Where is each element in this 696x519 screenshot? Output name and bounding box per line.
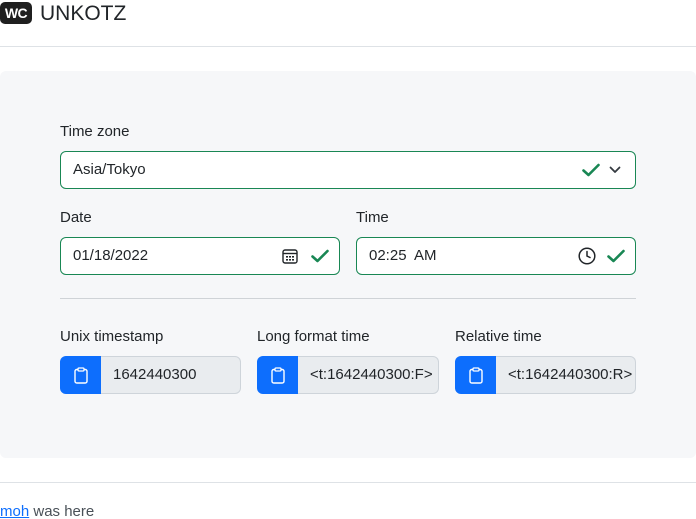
- timezone-select[interactable]: Asia/Tokyo: [60, 151, 636, 189]
- section-divider: [60, 298, 636, 299]
- footer-suffix: was here: [29, 503, 95, 519]
- relative-time-field[interactable]: <t:1642440300:R>: [496, 356, 636, 394]
- brand-logo: WC: [0, 2, 32, 24]
- date-label: Date: [60, 209, 92, 226]
- relative-time-group: <t:1642440300:R>: [455, 356, 636, 394]
- date-value: 01/18/2022: [73, 247, 149, 264]
- clock-icon[interactable]: [577, 238, 597, 274]
- relative-time-label: Relative time: [455, 328, 542, 345]
- clipboard-icon: [468, 366, 483, 384]
- clipboard-icon: [270, 366, 285, 384]
- long-format-field[interactable]: <t:1642440300:F>: [298, 356, 439, 394]
- valid-check-icon: [605, 238, 627, 274]
- long-format-label: Long format time: [257, 328, 370, 345]
- footer-divider: [0, 482, 696, 483]
- timezone-label: Time zone: [60, 123, 130, 140]
- valid-check-icon: [580, 152, 602, 188]
- footer-credit: moh was here: [0, 502, 94, 519]
- brand-name: UNKOTZ: [40, 2, 127, 25]
- copy-long-format-button[interactable]: [257, 356, 298, 394]
- long-format-group: <t:1642440300:F>: [257, 356, 439, 394]
- date-input[interactable]: 01/18/2022: [60, 237, 340, 275]
- unix-timestamp-field[interactable]: 1642440300: [101, 356, 241, 394]
- calendar-icon[interactable]: [281, 238, 299, 274]
- author-link[interactable]: moh: [0, 503, 29, 519]
- chevron-down-icon: [607, 152, 623, 188]
- copy-relative-button[interactable]: [455, 356, 496, 394]
- top-bar: WC UNKOTZ: [0, 0, 696, 47]
- unix-timestamp-label: Unix timestamp: [60, 328, 164, 345]
- valid-check-icon: [309, 238, 331, 274]
- time-input[interactable]: 02:25 AM: [356, 237, 636, 275]
- time-value: 02:25 AM: [369, 247, 437, 264]
- unix-timestamp-group: 1642440300: [60, 356, 241, 394]
- clipboard-icon: [73, 366, 88, 384]
- timezone-value: Asia/Tokyo: [73, 161, 146, 178]
- copy-unix-button[interactable]: [60, 356, 101, 394]
- time-label: Time: [356, 209, 389, 226]
